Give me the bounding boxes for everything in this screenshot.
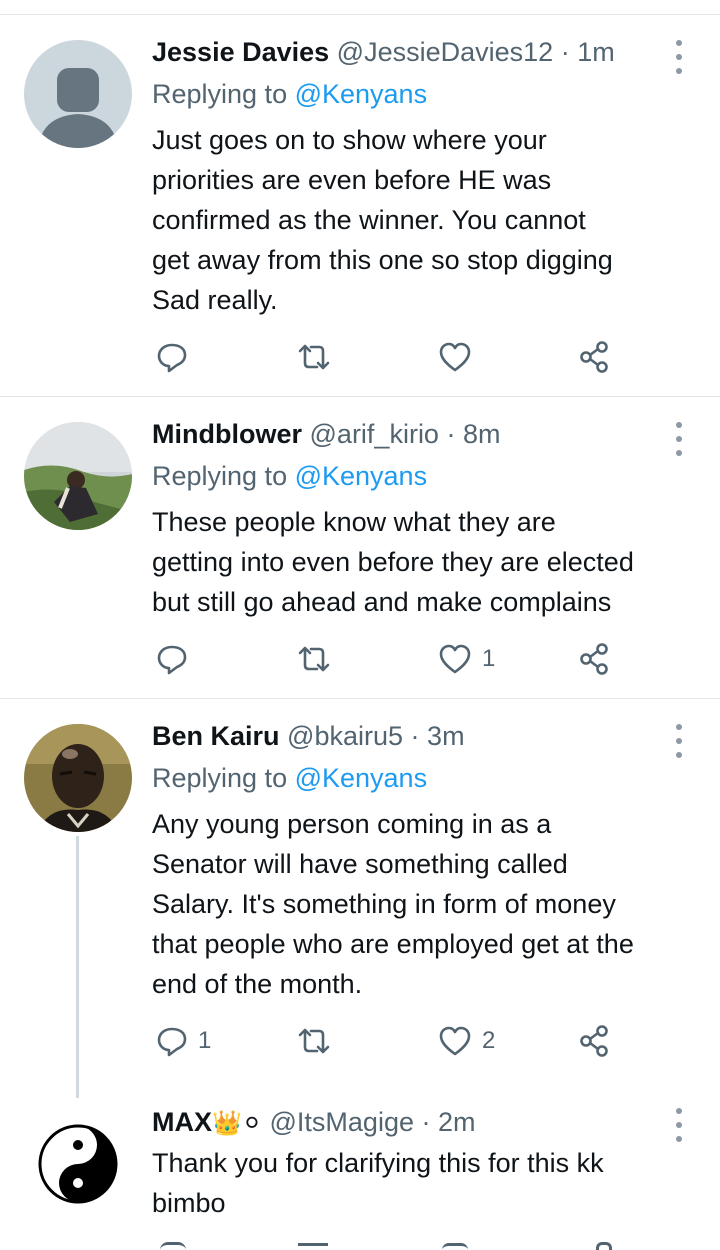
reply-icon <box>157 1027 187 1057</box>
reply-icon <box>157 645 187 675</box>
retweet-icon <box>298 646 330 672</box>
timestamp[interactable]: 2m <box>438 1107 476 1137</box>
tweet-text: Thank you for clarifying this for this k… <box>152 1148 604 1218</box>
share-icon[interactable] <box>596 1242 612 1250</box>
reply-button[interactable] <box>156 337 198 377</box>
timestamp[interactable]: 1m <box>577 37 615 67</box>
avatar[interactable] <box>24 724 132 832</box>
replying-to: Replying to @Kenyans <box>152 760 427 796</box>
more-icon[interactable] <box>664 420 694 460</box>
like-count: 2 <box>482 1027 496 1054</box>
tweet-text: Any young person coming in as a Senator … <box>152 809 634 999</box>
tweet-text: Just goes on to show where your prioriti… <box>152 125 613 315</box>
avatar[interactable] <box>24 1110 132 1218</box>
retweet-button[interactable] <box>296 639 332 679</box>
timestamp[interactable]: 8m <box>463 419 501 449</box>
avatar[interactable] <box>24 40 132 148</box>
person-photo-icon <box>24 724 132 832</box>
retweet-button[interactable] <box>296 1021 332 1061</box>
share-icon <box>580 1025 608 1057</box>
tweet-header: Mindblower @arif_kirio · 8m <box>152 416 501 452</box>
user-handle[interactable]: @bkairu5 <box>287 721 403 751</box>
like-count: 1 <box>482 645 496 672</box>
reply-icon <box>157 343 187 373</box>
replying-to: Replying to @Kenyans <box>152 76 427 112</box>
separator-dot: · <box>421 1107 431 1137</box>
display-name[interactable]: Jessie Davies <box>152 37 329 67</box>
replying-mention-link[interactable]: @Kenyans <box>295 461 427 491</box>
like-button[interactable]: 2 <box>438 1021 495 1061</box>
retweet-icon <box>298 1028 330 1054</box>
replying-prefix: Replying to <box>152 461 295 491</box>
person-photo-icon <box>24 422 132 530</box>
default-person-icon <box>38 68 118 148</box>
avatar[interactable] <box>24 422 132 530</box>
tweet-text: These people know what they are getting … <box>152 507 634 617</box>
tweet-divider <box>0 396 720 397</box>
separator-dot: · <box>560 37 570 67</box>
reply-button[interactable] <box>156 639 198 679</box>
more-icon[interactable] <box>664 1106 694 1146</box>
timestamp[interactable]: 3m <box>427 721 465 751</box>
user-handle[interactable]: @arif_kirio <box>310 419 439 449</box>
share-icon <box>580 341 608 373</box>
replying-mention-link[interactable]: @Kenyans <box>295 763 427 793</box>
share-button[interactable] <box>578 337 612 377</box>
top-divider <box>0 14 720 15</box>
retweet-button[interactable] <box>296 337 332 377</box>
user-handle[interactable]: @JessieDavies12 <box>337 37 554 67</box>
replying-to: Replying to @Kenyans <box>152 458 427 494</box>
like-icon <box>439 1026 471 1056</box>
replying-mention-link[interactable]: @Kenyans <box>295 79 427 109</box>
replying-prefix: Replying to <box>152 79 295 109</box>
thread-connector-line <box>76 836 79 1098</box>
like-icon <box>439 342 471 372</box>
separator-dot: · <box>410 721 420 751</box>
like-button[interactable] <box>438 337 482 377</box>
more-icon[interactable] <box>664 722 694 762</box>
tweet-header: Ben Kairu @bkairu5 · 3m <box>152 718 465 754</box>
replying-prefix: Replying to <box>152 763 295 793</box>
separator-dot: · <box>446 419 456 449</box>
display-name[interactable]: Ben Kairu <box>152 721 280 751</box>
like-button[interactable]: 1 <box>438 639 495 679</box>
share-button[interactable] <box>578 639 612 679</box>
user-handle[interactable]: @ItsMagige <box>270 1107 414 1137</box>
more-icon[interactable] <box>664 38 694 78</box>
display-name[interactable]: Mindblower <box>152 419 302 449</box>
retweet-icon <box>298 344 330 370</box>
reply-icon[interactable] <box>160 1242 186 1250</box>
like-icon <box>439 644 471 674</box>
display-name[interactable]: MAX <box>152 1107 212 1137</box>
share-icon <box>580 643 608 675</box>
tweet-header: MAX👑⚪ @ItsMagige · 2m <box>152 1104 476 1140</box>
reply-count: 1 <box>198 1027 212 1054</box>
name-emoji: 👑⚪ <box>212 1109 262 1137</box>
share-button[interactable] <box>578 1021 612 1061</box>
reply-button[interactable]: 1 <box>156 1021 211 1061</box>
tweet-header: Jessie Davies @JessieDavies12 · 1m <box>152 34 615 70</box>
yin-yang-icon <box>38 1124 118 1204</box>
tweet-divider <box>0 698 720 699</box>
